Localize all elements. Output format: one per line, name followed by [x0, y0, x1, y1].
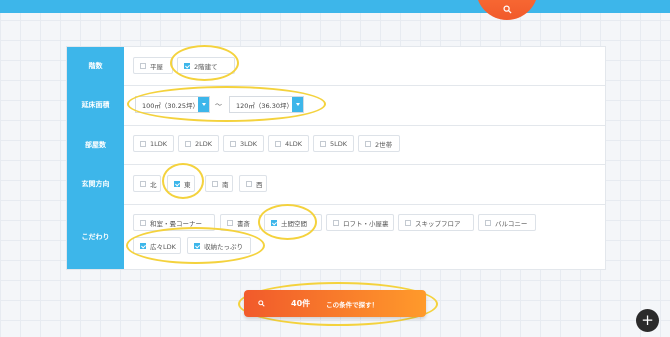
checkbox-entrance-east[interactable]: 東	[167, 175, 195, 192]
row-floors: 階数 平屋 2階建て	[67, 47, 605, 86]
checkbox-feature-loft[interactable]: ロフト・小屋裏	[326, 214, 394, 231]
checkbox-feature-skip-floor[interactable]: スキップフロア	[398, 214, 474, 231]
checkbox-icon	[212, 180, 218, 187]
checkbox-floors-single[interactable]: 平屋	[133, 57, 173, 74]
checkbox-checked-icon	[174, 180, 180, 187]
checkbox-checked-icon	[140, 242, 146, 249]
row-features: こだわり 和室・畳コーナー 書斎 土間空間 ロフト・小屋裏 スキップフロア バル…	[67, 204, 605, 269]
search-icon	[258, 300, 265, 307]
checkbox-feature-storage[interactable]: 収納たっぷり	[187, 237, 251, 254]
row-label-rooms: 部屋数	[67, 125, 124, 164]
search-icon	[502, 5, 512, 14]
row-label-features: こだわり	[67, 204, 124, 269]
search-button-label: この条件で探す！	[326, 300, 379, 309]
row-rooms: 部屋数 1LDK 2LDK 3LDK 4LDK 5LDK 2世帯	[67, 125, 605, 165]
checkbox-rooms-1ldk[interactable]: 1LDK	[133, 135, 174, 152]
row-area: 延床面積 100㎡（30.25坪） 〜 120㎡（36.30坪）	[67, 85, 605, 126]
checkbox-feature-doma[interactable]: 土間空間	[264, 214, 322, 231]
checkbox-icon	[140, 219, 146, 226]
search-button[interactable]: 40件 この条件で探す！	[244, 290, 426, 317]
chevron-down-icon	[292, 97, 303, 112]
checkbox-rooms-3ldk[interactable]: 3LDK	[223, 135, 264, 152]
range-separator: 〜	[215, 101, 222, 109]
checkbox-checked-icon	[194, 242, 200, 249]
checkbox-checked-icon	[184, 62, 190, 69]
checkbox-icon	[140, 62, 146, 69]
row-label-floors: 階数	[67, 47, 124, 85]
checkbox-icon	[275, 140, 281, 147]
checkbox-feature-study[interactable]: 書斎	[220, 214, 260, 231]
result-count: 40件	[291, 299, 311, 308]
checkbox-icon	[333, 219, 339, 226]
checkbox-entrance-west[interactable]: 西	[239, 175, 267, 192]
search-conditions-form: 階数 平屋 2階建て 延床面積 100㎡（30.25坪） 〜 120㎡（36.3…	[66, 46, 606, 270]
checkbox-feature-wide-ldk[interactable]: 広々LDK	[133, 237, 181, 254]
row-entrance: 玄関方向 北 東 南 西	[67, 164, 605, 205]
checkbox-floors-two[interactable]: 2階建て	[177, 57, 235, 74]
checkbox-icon	[246, 180, 252, 187]
checkbox-icon	[185, 140, 191, 147]
checkbox-entrance-north[interactable]: 北	[133, 175, 161, 192]
checkbox-entrance-south[interactable]: 南	[205, 175, 233, 192]
checkbox-icon	[140, 180, 146, 187]
checkbox-rooms-two-household[interactable]: 2世帯	[358, 135, 400, 152]
checkbox-icon	[140, 140, 146, 147]
checkbox-feature-balcony[interactable]: バルコニー	[478, 214, 536, 231]
area-max-select[interactable]: 120㎡（36.30坪）	[229, 96, 304, 113]
checkbox-icon	[320, 140, 326, 147]
chevron-down-icon	[198, 97, 209, 112]
checkbox-rooms-2ldk[interactable]: 2LDK	[178, 135, 219, 152]
header-bar	[0, 0, 670, 13]
checkbox-icon	[230, 140, 236, 147]
row-label-area: 延床面積	[67, 85, 124, 125]
plus-icon: +	[641, 311, 654, 329]
plus-fab[interactable]: +	[636, 309, 659, 332]
checkbox-icon	[485, 219, 491, 226]
checkbox-checked-icon	[271, 219, 277, 226]
top-search-fab[interactable]	[476, 0, 538, 20]
checkbox-icon	[365, 140, 371, 147]
row-label-entrance: 玄関方向	[67, 164, 124, 204]
checkbox-rooms-5ldk[interactable]: 5LDK	[313, 135, 354, 152]
checkbox-rooms-4ldk[interactable]: 4LDK	[268, 135, 309, 152]
checkbox-feature-japanese-room[interactable]: 和室・畳コーナー	[133, 214, 215, 231]
area-min-select[interactable]: 100㎡（30.25坪）	[135, 96, 210, 113]
checkbox-icon	[227, 219, 233, 226]
checkbox-icon	[405, 219, 411, 226]
